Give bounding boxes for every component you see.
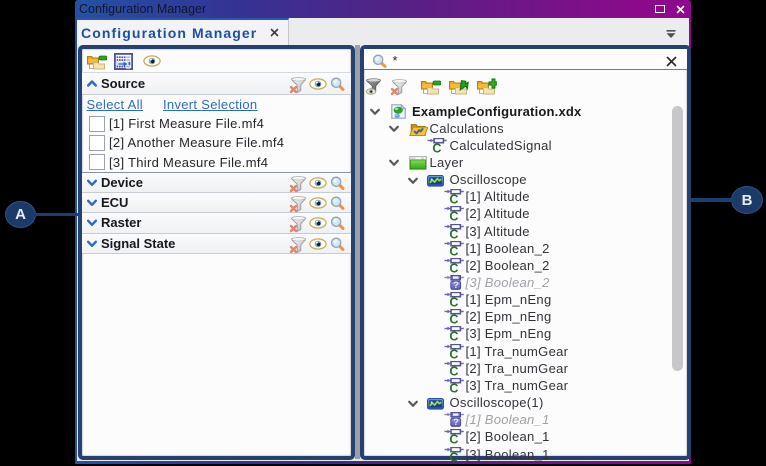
svg-text:?: ? bbox=[453, 280, 459, 290]
svg-text:C: C bbox=[449, 261, 458, 274]
svg-text:C: C bbox=[449, 313, 458, 326]
svg-text:C: C bbox=[449, 450, 458, 463]
svg-text:C: C bbox=[449, 381, 458, 394]
svg-text:C: C bbox=[449, 244, 458, 257]
svg-text:C: C bbox=[449, 433, 458, 446]
svg-text:C: C bbox=[449, 210, 458, 223]
svg-text:C: C bbox=[449, 193, 458, 206]
svg-text:C: C bbox=[449, 347, 458, 360]
svg-text:?: ? bbox=[453, 417, 459, 427]
svg-text:C: C bbox=[449, 227, 458, 240]
svg-text:C: C bbox=[449, 330, 458, 343]
svg-text:C: C bbox=[449, 295, 458, 308]
svg-text:C: C bbox=[432, 141, 441, 154]
svg-text:C: C bbox=[449, 364, 458, 377]
